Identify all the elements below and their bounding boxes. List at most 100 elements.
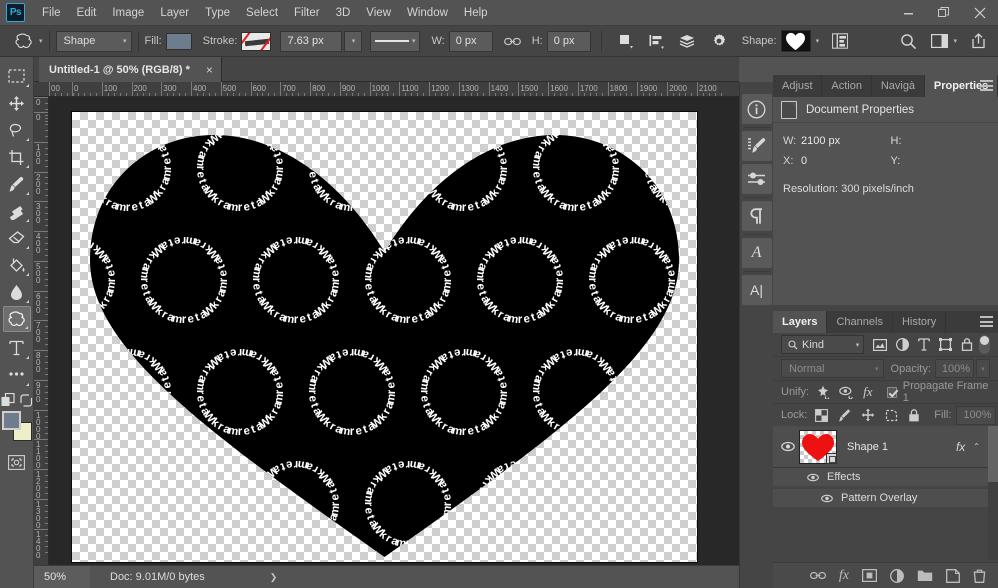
unify-position-icon[interactable] [816,385,831,399]
propagate-frame-checkbox[interactable] [886,386,897,398]
panel-menu-icon[interactable] [980,80,993,91]
crop-tool[interactable] [3,144,31,170]
fill-field[interactable]: 100% [956,405,996,425]
more-tools[interactable] [3,362,31,388]
info-panel-icon[interactable] [741,94,772,124]
adjustments-icon[interactable] [741,164,772,194]
search-icon[interactable] [900,33,917,50]
fill-color-swatch[interactable] [165,32,192,50]
paint-bucket-tool[interactable] [3,252,31,278]
menu-item-3d[interactable]: 3D [328,4,359,22]
shape-height-field[interactable]: 0 px [546,30,591,52]
vertical-ruler[interactable]: 0 0 100 200 300 400 500 600 700 800 900 1000 1100 120… [34,97,49,565]
layer-effect-pattern-overlay-row[interactable]: Pattern Overlay [773,489,998,507]
canvas-work-area[interactable]: 00 0 100 200 300 400 500 600 700 800 900 1000 1100 12… [34,82,739,565]
shape-filter-icon[interactable] [939,338,953,351]
shape-mode-select[interactable]: Shape ▾ [55,30,132,52]
stroke-style-select[interactable]: ▾ [370,30,421,52]
lasso-tool[interactable] [3,117,31,143]
menu-item-layer[interactable]: Layer [152,4,197,22]
pixel-filter-icon[interactable] [873,338,888,351]
menu-item-view[interactable]: View [358,4,399,22]
chevron-up-icon[interactable]: ⌃ [973,442,980,451]
layer-filter-kind-select[interactable]: Kind ▾ [781,335,865,354]
layer-row-shape-1[interactable]: Shape 1 fx ⌃ [773,426,998,468]
layer-effects-badge[interactable]: fx [956,440,965,454]
brush-tool[interactable] [3,171,31,197]
adjustment-filter-icon[interactable] [896,338,910,351]
heart-artwork[interactable]: Wate rmark WatermarkWatermarkWatermark Wat… [72,112,697,562]
chevron-right-icon[interactable]: ❯ [270,572,278,583]
maximize-button[interactable] [926,0,962,26]
link-icon[interactable] [503,36,521,47]
tool-preset-chevron-icon[interactable]: ▾ [39,37,43,45]
width-value[interactable]: 2100 px [801,135,891,147]
layer-thumbnail[interactable] [799,429,837,464]
filter-toggle[interactable] [979,335,990,354]
opacity-field[interactable]: 100% [934,359,975,378]
lock-transparent-pixels-icon[interactable] [815,408,829,422]
stroke-color-swatch[interactable] [241,31,272,51]
panel-menu-icon[interactable] [980,316,993,327]
foreground-color-swatch[interactable] [1,411,21,430]
menu-item-edit[interactable]: Edit [69,4,105,22]
shape-width-field[interactable]: 0 px [448,30,493,52]
path-operations-icon[interactable] [613,30,639,52]
blend-mode-select[interactable]: Normal ▾ [781,359,884,378]
move-tool[interactable] [3,90,31,116]
menu-item-filter[interactable]: Filter [286,4,328,22]
rectangular-marquee-tool[interactable] [3,63,31,89]
type-tool[interactable] [3,335,31,361]
blur-tool[interactable] [3,279,31,305]
menu-item-select[interactable]: Select [238,4,286,22]
paragraph-panel-icon[interactable] [741,201,772,231]
custom-shape-tool[interactable] [2,306,31,332]
shape-preset-chevron-icon[interactable]: ▾ [816,37,820,45]
clone-stamp-tool[interactable] [3,198,31,224]
tab-history[interactable]: History [892,311,947,333]
layer-name[interactable]: Shape 1 [847,441,888,453]
lock-all-icon[interactable] [908,408,920,422]
type-filter-icon[interactable] [918,338,931,351]
unify-visibility-icon[interactable] [839,386,855,399]
path-alignment-icon[interactable] [644,30,670,52]
tab-navig[interactable]: Navigà [871,75,925,97]
smart-object-filter-icon[interactable] [961,338,973,351]
document-info[interactable]: Doc: 9.01M/0 bytes ❯ [110,571,277,583]
brush-settings-icon[interactable] [741,131,772,161]
menu-item-help[interactable]: Help [456,4,496,22]
layer-visibility-icon[interactable] [779,441,797,452]
link-layers-icon[interactable] [809,570,826,581]
unify-style-icon[interactable]: fx [863,384,872,400]
swap-colors-icon[interactable] [19,393,33,407]
lock-artboard-icon[interactable] [885,409,898,422]
close-button[interactable] [962,0,998,26]
workspace-icon[interactable]: ▾ [931,34,957,48]
add-layer-mask-icon[interactable] [862,569,877,582]
share-icon[interactable] [971,33,986,49]
height-value[interactable] [909,135,998,147]
layer-list-scrollbar[interactable] [988,426,998,560]
menu-item-file[interactable]: File [34,4,69,22]
x-value[interactable]: 0 [801,155,891,167]
lock-image-pixels-icon[interactable] [838,409,851,422]
layer-effects-row[interactable]: Effects [773,468,998,486]
tab-layers[interactable]: Layers [773,311,828,333]
close-icon[interactable]: × [202,63,217,77]
menu-item-type[interactable]: Type [197,4,238,22]
screen-mode-icon[interactable] [3,449,31,475]
character-panel-icon[interactable]: A [741,238,772,268]
quick-mask-icon[interactable] [1,393,15,407]
document-canvas[interactable]: Watermark WatermarkWatermarkWatermarkWat… [72,112,697,562]
stroke-width-chevron-icon[interactable]: ▾ [344,30,363,52]
menu-item-image[interactable]: Image [104,4,152,22]
new-layer-icon[interactable] [946,568,960,583]
delete-layer-icon[interactable] [973,569,986,583]
glyphs-panel-icon[interactable]: A| [741,275,772,305]
minimize-button[interactable] [890,0,926,26]
align-edges-icon[interactable] [827,30,853,52]
eraser-tool[interactable] [3,225,31,251]
color-swatches[interactable] [1,411,32,441]
custom-shape-tool-icon[interactable] [10,30,36,52]
path-arrangement-icon[interactable] [675,30,701,52]
